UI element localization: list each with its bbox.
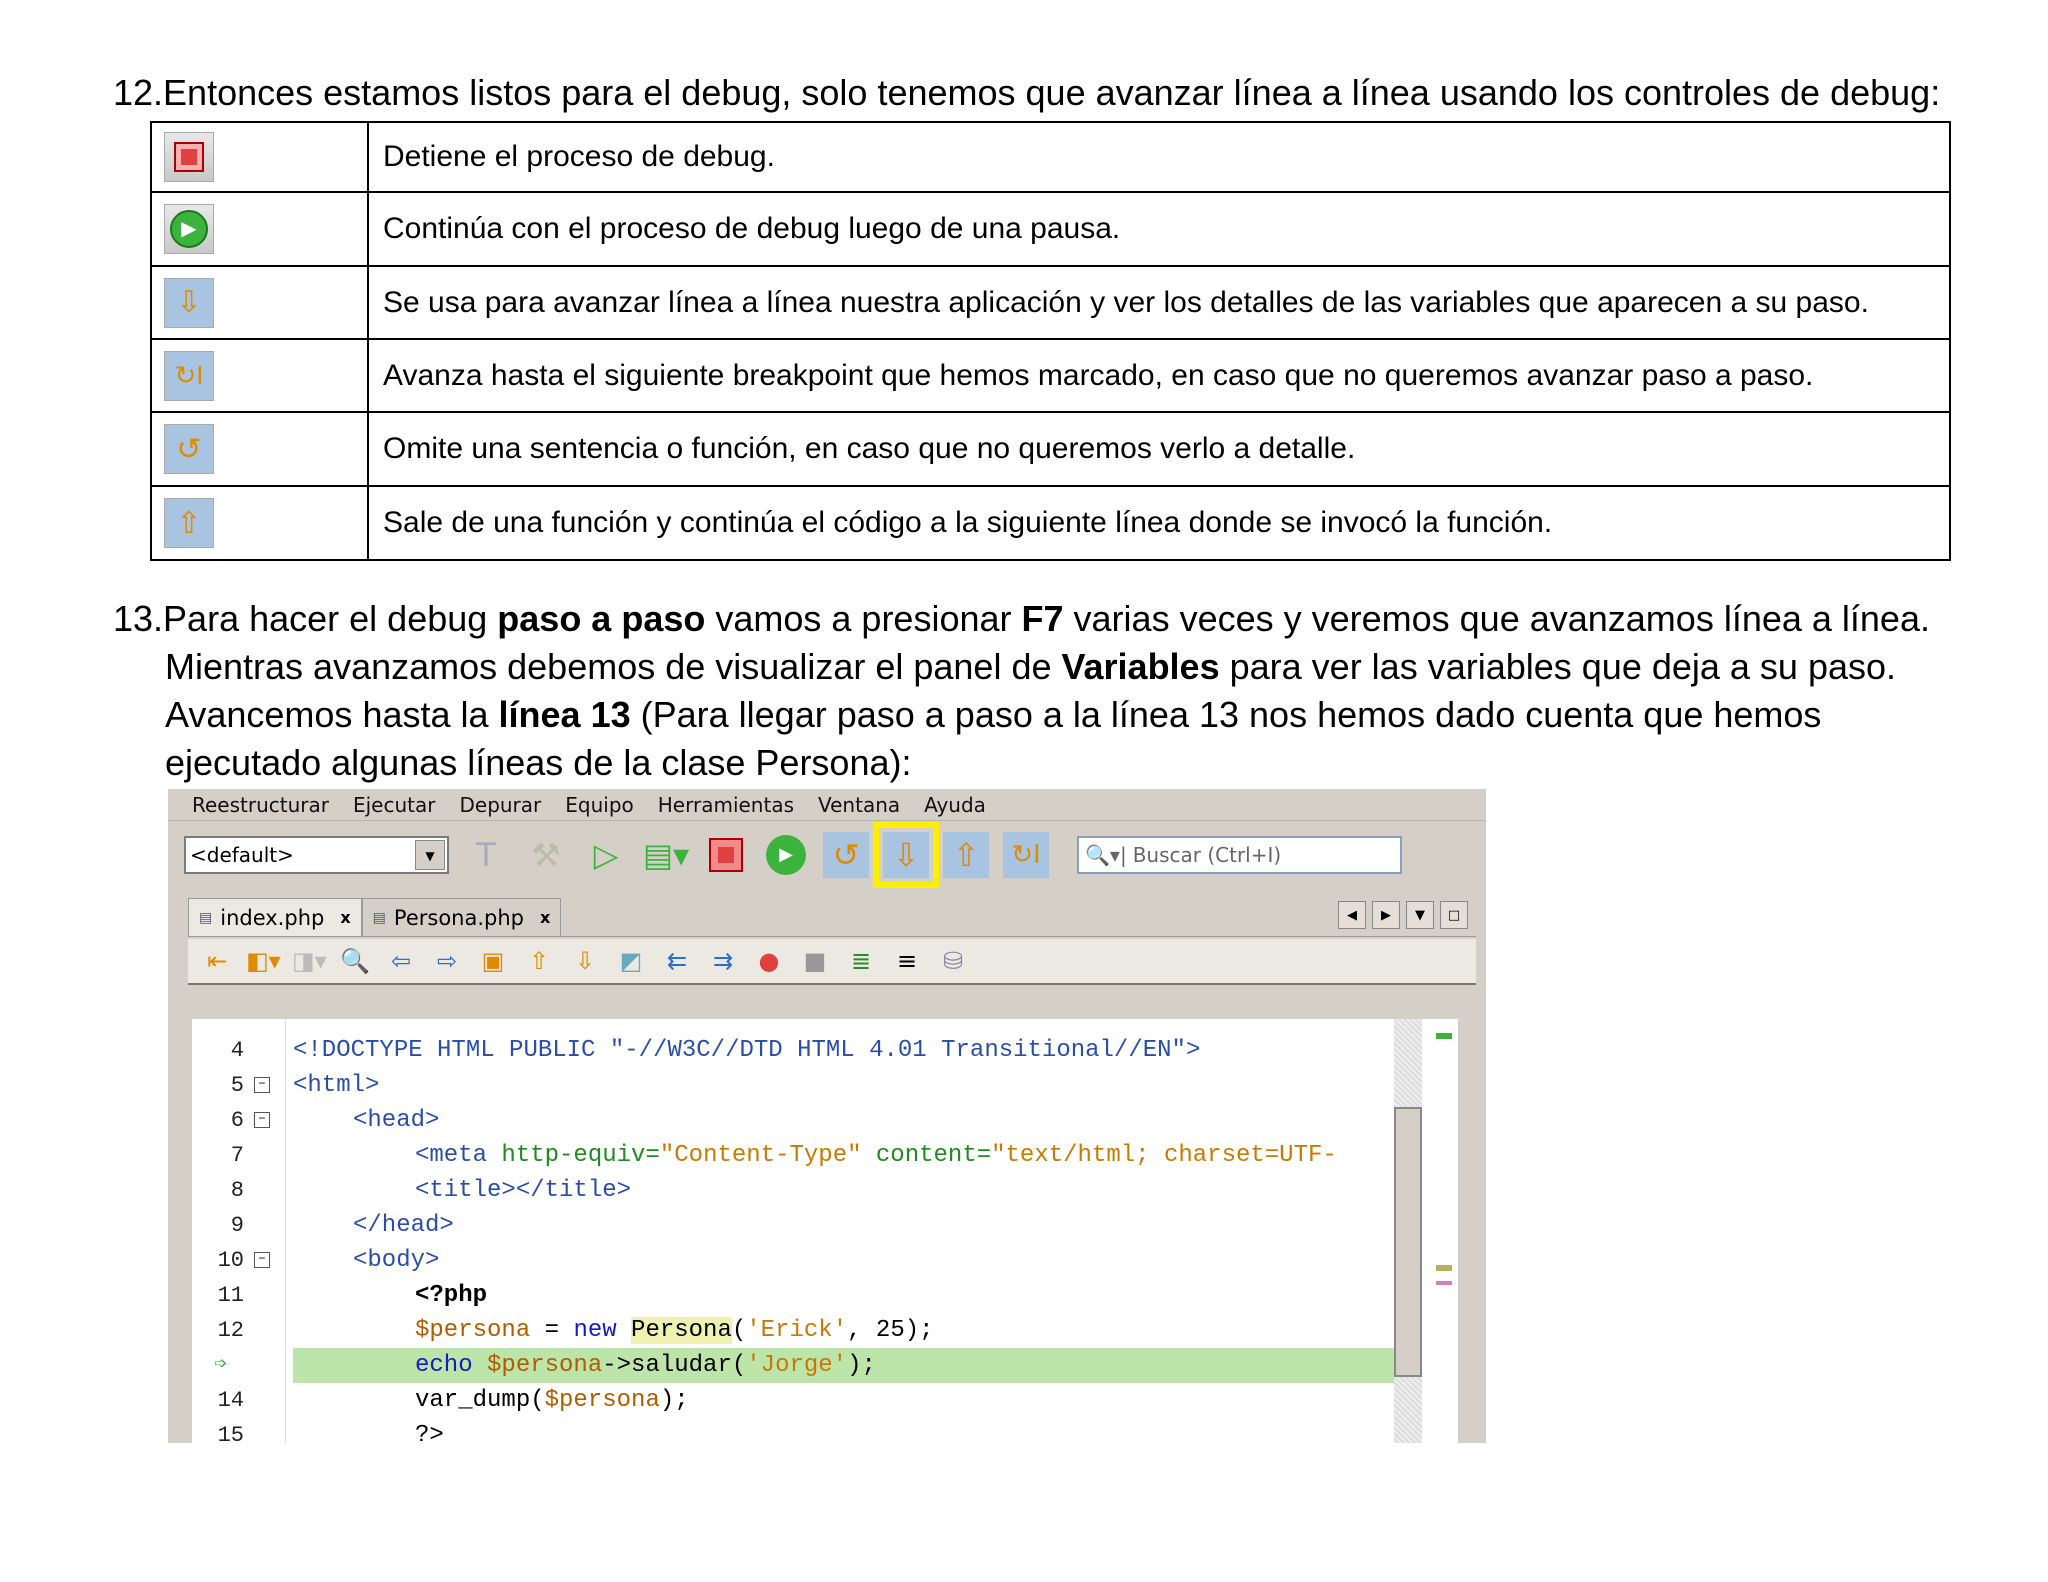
status-marker: [1436, 1033, 1452, 1039]
prev-bookmark-icon[interactable]: ⇧: [522, 947, 556, 975]
config-select[interactable]: <default> ▼: [184, 836, 449, 874]
stop-icon[interactable]: [703, 832, 749, 878]
menu-depurar[interactable]: Depurar: [459, 793, 541, 817]
run-icon[interactable]: ▷: [583, 832, 629, 878]
menu-ejecutar[interactable]: Ejecutar: [353, 793, 436, 817]
find-next-icon[interactable]: ⇨: [430, 947, 464, 975]
debug-project-icon[interactable]: ▤▾: [643, 832, 689, 878]
continue-icon: ▶: [164, 204, 214, 254]
step-over-icon[interactable]: ↺: [823, 832, 869, 878]
chevron-down-icon: ▼: [415, 840, 445, 870]
menu-ventana[interactable]: Ventana: [818, 793, 900, 817]
control-description: Avanza hasta el siguiente breakpoint que…: [367, 338, 1951, 413]
fold-icon[interactable]: −: [254, 1112, 270, 1128]
step-13-paragraph: 13.Para hacer el debug paso a paso vamos…: [113, 598, 1930, 783]
search-icon: 🔍▾|: [1085, 843, 1127, 867]
step-over-icon: ↺: [164, 424, 214, 474]
php-file-icon: ▤: [199, 909, 213, 926]
ide-screenshot: Reestructurar Ejecutar Depurar Equipo He…: [168, 789, 1486, 1443]
tab-persona-php[interactable]: ▤ Persona.php x: [361, 898, 562, 936]
step-out-icon[interactable]: ⇧: [943, 832, 989, 878]
code-editor[interactable]: 4 <!DOCTYPE HTML PUBLIC "-//W3C//DTD HTML…: [192, 1019, 1458, 1443]
database-icon[interactable]: ⛁: [936, 947, 970, 975]
toggle-highlight-icon[interactable]: ▣: [476, 947, 510, 975]
menu-ayuda[interactable]: Ayuda: [924, 793, 986, 817]
maximize-icon[interactable]: □: [1440, 901, 1468, 929]
control-description: Continúa con el proceso de debug luego d…: [367, 191, 1951, 267]
comment-icon[interactable]: ≣: [844, 947, 878, 975]
search-input[interactable]: 🔍▾| Buscar (Ctrl+I): [1077, 836, 1402, 874]
current-line-arrow-icon: ➩: [214, 1353, 228, 1378]
clean-build-icon[interactable]: ⚒: [523, 832, 569, 878]
step-out-icon: ⇧: [164, 498, 214, 548]
next-bookmark-icon[interactable]: ⇩: [568, 947, 602, 975]
editor-toolbar: ⇤ ◧▾ ◨▾ 🔍 ⇦ ⇨ ▣ ⇧ ⇩ ◩ ⇇ ⇉ ● ■ ≣ ≡ ⛁: [188, 939, 1476, 985]
find-icon[interactable]: 🔍: [338, 947, 372, 975]
menu-equipo[interactable]: Equipo: [565, 793, 634, 817]
control-description: Omite una sentencia o función, en caso q…: [367, 411, 1951, 487]
close-icon[interactable]: x: [540, 908, 550, 927]
scrollbar-thumb[interactable]: [1394, 1107, 1422, 1377]
build-icon[interactable]: T: [463, 832, 509, 878]
control-description: Detiene el proceso de debug.: [367, 121, 1951, 193]
debug-controls-table: Detiene el proceso de debug. ▶ Continúa c…: [150, 121, 1951, 561]
toggle-bookmark-icon[interactable]: ◩: [614, 947, 648, 975]
editor-tabs: ▤ index.php x ▤ Persona.php x ◀ ▶ ▼ □: [188, 897, 1476, 937]
error-stripe-marker[interactable]: [1436, 1281, 1452, 1285]
find-previous-icon[interactable]: ⇦: [384, 947, 418, 975]
shift-right-icon[interactable]: ⇉: [706, 947, 740, 975]
record-macro-icon[interactable]: ●: [752, 947, 786, 975]
current-line: ➩ echo $persona->saludar('Jorge');: [192, 1348, 1418, 1383]
continue-icon[interactable]: ▶: [763, 832, 809, 878]
menu-bar: Reestructurar Ejecutar Depurar Equipo He…: [168, 789, 1486, 821]
uncomment-icon[interactable]: ≡: [890, 947, 924, 975]
back-icon[interactable]: ◧▾: [246, 947, 281, 975]
forward-icon[interactable]: ◨▾: [292, 947, 327, 975]
step-into-icon[interactable]: ⇩: [873, 822, 939, 888]
fold-icon[interactable]: −: [254, 1077, 270, 1093]
menu-herramientas[interactable]: Herramientas: [658, 793, 794, 817]
last-edit-icon[interactable]: ⇤: [200, 947, 234, 975]
scroll-left-icon[interactable]: ◀: [1338, 901, 1366, 929]
shift-left-icon[interactable]: ⇇: [660, 947, 694, 975]
run-to-cursor-icon[interactable]: ↻I: [1003, 832, 1049, 878]
tab-index-php[interactable]: ▤ index.php x: [188, 898, 362, 936]
main-toolbar: <default> ▼ T ⚒ ▷ ▤▾ ▶ ↺ ⇩ ⇧ ↻I 🔍▾| Buscar…: [176, 822, 1478, 888]
menu-reestructurar[interactable]: Reestructurar: [192, 793, 329, 817]
control-description: Sale de una función y continúa el código…: [367, 485, 1951, 561]
stop-macro-icon[interactable]: ■: [798, 947, 832, 975]
run-to-cursor-icon: ↻I: [164, 350, 214, 401]
vertical-scrollbar[interactable]: [1394, 1019, 1422, 1443]
stop-icon: [164, 132, 214, 182]
step-12-heading: 12.Entonces estamos listos para el debug…: [113, 72, 1941, 113]
fold-icon[interactable]: −: [254, 1252, 270, 1268]
php-file-icon: ▤: [372, 909, 386, 926]
tab-list-icon[interactable]: ▼: [1406, 901, 1434, 929]
close-icon[interactable]: x: [340, 908, 350, 927]
step-into-icon: ⇩: [164, 277, 214, 328]
error-stripe-marker[interactable]: [1436, 1265, 1452, 1271]
control-description: Se usa para avanzar línea a línea nuestr…: [367, 265, 1951, 340]
scroll-right-icon[interactable]: ▶: [1372, 901, 1400, 929]
